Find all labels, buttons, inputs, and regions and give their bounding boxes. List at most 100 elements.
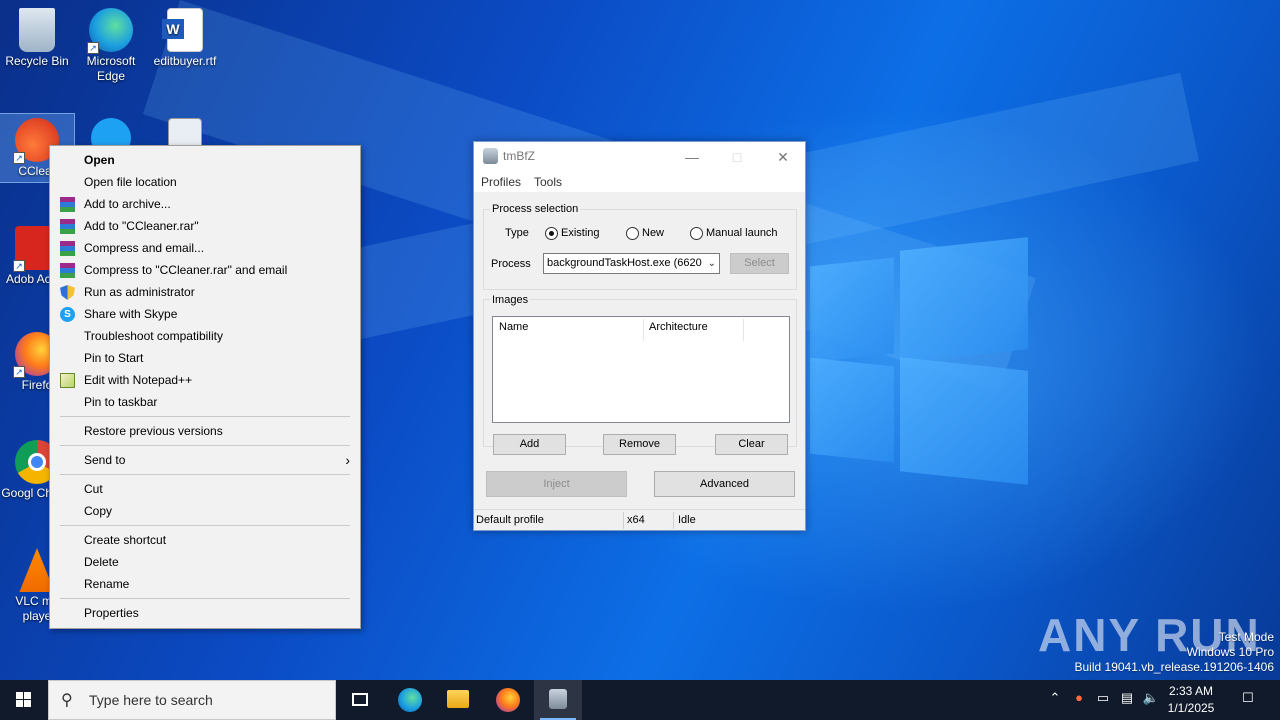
notepadpp-icon: [60, 373, 75, 388]
desktop-icon-editbuyer[interactable]: W editbuyer.rtf: [148, 4, 222, 69]
menu-separator: [60, 416, 350, 417]
column-divider: [643, 319, 644, 341]
firefox-icon: [496, 688, 520, 712]
menu-item-label: Delete: [84, 555, 119, 569]
menu-item-cut[interactable]: Cut: [50, 478, 360, 500]
select-button[interactable]: Select: [730, 253, 789, 274]
menu-item-open[interactable]: Open: [50, 149, 360, 171]
menu-item-delete[interactable]: Delete: [50, 551, 360, 573]
winrar-icon: [60, 197, 75, 212]
menu-item-share-skype[interactable]: S Share with Skype: [50, 303, 360, 325]
add-button[interactable]: Add: [493, 434, 566, 455]
inject-button[interactable]: Inject: [486, 471, 627, 497]
menu-item-label: Compress and email...: [84, 241, 205, 255]
app-icon: [483, 148, 498, 164]
menu-item-add-to-rar[interactable]: Add to "CCleaner.rar": [50, 215, 360, 237]
window-body: Process selection Type Existing New Manu…: [474, 192, 805, 509]
menu-item-label: Copy: [84, 504, 113, 518]
taskbar-edge[interactable]: [386, 680, 434, 720]
menu-item-edit-notepadpp[interactable]: Edit with Notepad++: [50, 369, 360, 391]
taskbar-file-explorer[interactable]: [434, 680, 482, 720]
minimize-button[interactable]: —: [670, 145, 714, 169]
process-combobox[interactable]: backgroundTaskHost.exe (6620 ⌄: [543, 253, 720, 274]
remove-button[interactable]: Remove: [603, 434, 676, 455]
combobox-value: backgroundTaskHost.exe (6620: [547, 257, 702, 269]
windows-logo-icon: [24, 692, 31, 699]
shortcut-arrow-icon: ↗: [13, 366, 25, 378]
task-view-button[interactable]: [336, 680, 384, 720]
status-divider: [673, 512, 674, 529]
advanced-button[interactable]: Advanced: [654, 471, 795, 497]
context-menu: Open Open file location Add to archive..…: [49, 145, 361, 629]
ccleaner-tray-icon[interactable]: ●: [1070, 690, 1088, 708]
watermark-line: Windows 10 Pro: [1186, 645, 1274, 659]
chevron-down-icon: ⌄: [707, 258, 716, 269]
menu-item-compress-and-email[interactable]: Compress and email...: [50, 237, 360, 259]
radio-manual-launch[interactable]: Manual launch: [690, 227, 778, 240]
clear-button[interactable]: Clear: [715, 434, 788, 455]
column-header-name[interactable]: Name: [499, 321, 528, 333]
word-w-badge: W: [162, 19, 184, 39]
network-icon[interactable]: ▤: [1118, 690, 1136, 708]
taskbar-search-box[interactable]: ⚲ Type here to search: [48, 680, 336, 720]
menu-item-pin-to-start[interactable]: Pin to Start: [50, 347, 360, 369]
window-title: tmBfZ: [503, 149, 535, 163]
taskbar-injector-app[interactable]: [534, 680, 582, 720]
desktop-icon-edge[interactable]: ↗ Microsoft Edge: [74, 4, 148, 84]
tablet-icon[interactable]: ▭: [1094, 690, 1112, 708]
windows-logo-pane: [810, 257, 894, 363]
start-button[interactable]: [0, 680, 48, 720]
close-button[interactable]: ✕: [761, 145, 805, 169]
skype-icon: S: [60, 307, 75, 322]
status-profile: Default profile: [476, 514, 544, 526]
windows-logo-pane: [810, 357, 894, 463]
action-center-icon[interactable]: ☐: [1238, 690, 1258, 708]
search-icon: ⚲: [61, 692, 73, 709]
status-state: Idle: [678, 514, 696, 526]
images-listview[interactable]: Name Architecture: [492, 316, 790, 423]
desktop-icon-label: Recycle Bin: [5, 54, 69, 68]
search-placeholder: Type here to search: [89, 692, 213, 708]
radio-existing[interactable]: Existing: [545, 227, 600, 240]
menu-item-create-shortcut[interactable]: Create shortcut: [50, 529, 360, 551]
status-bar: Default profile x64 Idle: [474, 509, 805, 530]
folder-icon: [447, 690, 469, 708]
menu-item-troubleshoot[interactable]: Troubleshoot compatibility: [50, 325, 360, 347]
menu-item-pin-to-taskbar[interactable]: Pin to taskbar: [50, 391, 360, 413]
task-view-icon: [352, 693, 368, 706]
menu-item-label: Add to "CCleaner.rar": [84, 219, 199, 233]
menu-item-label: Add to archive...: [84, 197, 171, 211]
column-header-architecture[interactable]: Architecture: [649, 321, 708, 333]
winrar-icon: [60, 263, 75, 278]
desktop-icon-recycle-bin[interactable]: Recycle Bin: [0, 4, 74, 69]
menu-item-send-to[interactable]: Send to ›: [50, 449, 360, 471]
menu-item-compress-to-rar-email[interactable]: Compress to "CCleaner.rar" and email: [50, 259, 360, 281]
menu-item-add-to-archive[interactable]: Add to archive...: [50, 193, 360, 215]
taskbar-firefox[interactable]: [484, 680, 532, 720]
menu-item-properties[interactable]: Properties: [50, 602, 360, 624]
menu-tools[interactable]: Tools: [534, 175, 562, 189]
menu-item-run-as-admin[interactable]: Run as administrator: [50, 281, 360, 303]
radio-dot: [690, 227, 703, 240]
status-arch: x64: [627, 514, 645, 526]
shortcut-arrow-icon: ↗: [87, 42, 99, 54]
radio-dot: [626, 227, 639, 240]
radio-new[interactable]: New: [626, 227, 664, 240]
window-titlebar[interactable]: tmBfZ — □ ✕: [474, 142, 805, 172]
watermark-line: Test Mode: [1218, 630, 1274, 644]
clock-time: 2:33 AM: [1168, 684, 1214, 698]
taskbar-clock[interactable]: 2:33 AM 1/1/2025: [1160, 683, 1222, 717]
menu-profiles[interactable]: Profiles: [481, 175, 521, 189]
maximize-button[interactable]: □: [715, 145, 759, 169]
menu-item-copy[interactable]: Copy: [50, 500, 360, 522]
chevron-up-icon[interactable]: ⌃: [1046, 690, 1064, 708]
volume-icon[interactable]: 🔈: [1142, 690, 1160, 708]
menu-item-open-file-location[interactable]: Open file location: [50, 171, 360, 193]
menu-item-rename[interactable]: Rename: [50, 573, 360, 595]
radio-label: Manual launch: [706, 227, 778, 239]
menu-item-label: Edit with Notepad++: [84, 373, 193, 387]
process-selection-label: Process selection: [490, 203, 581, 215]
menu-item-restore-versions[interactable]: Restore previous versions: [50, 420, 360, 442]
desktop-icon-label: editbuyer.rtf: [153, 54, 217, 68]
column-divider: [743, 319, 744, 341]
